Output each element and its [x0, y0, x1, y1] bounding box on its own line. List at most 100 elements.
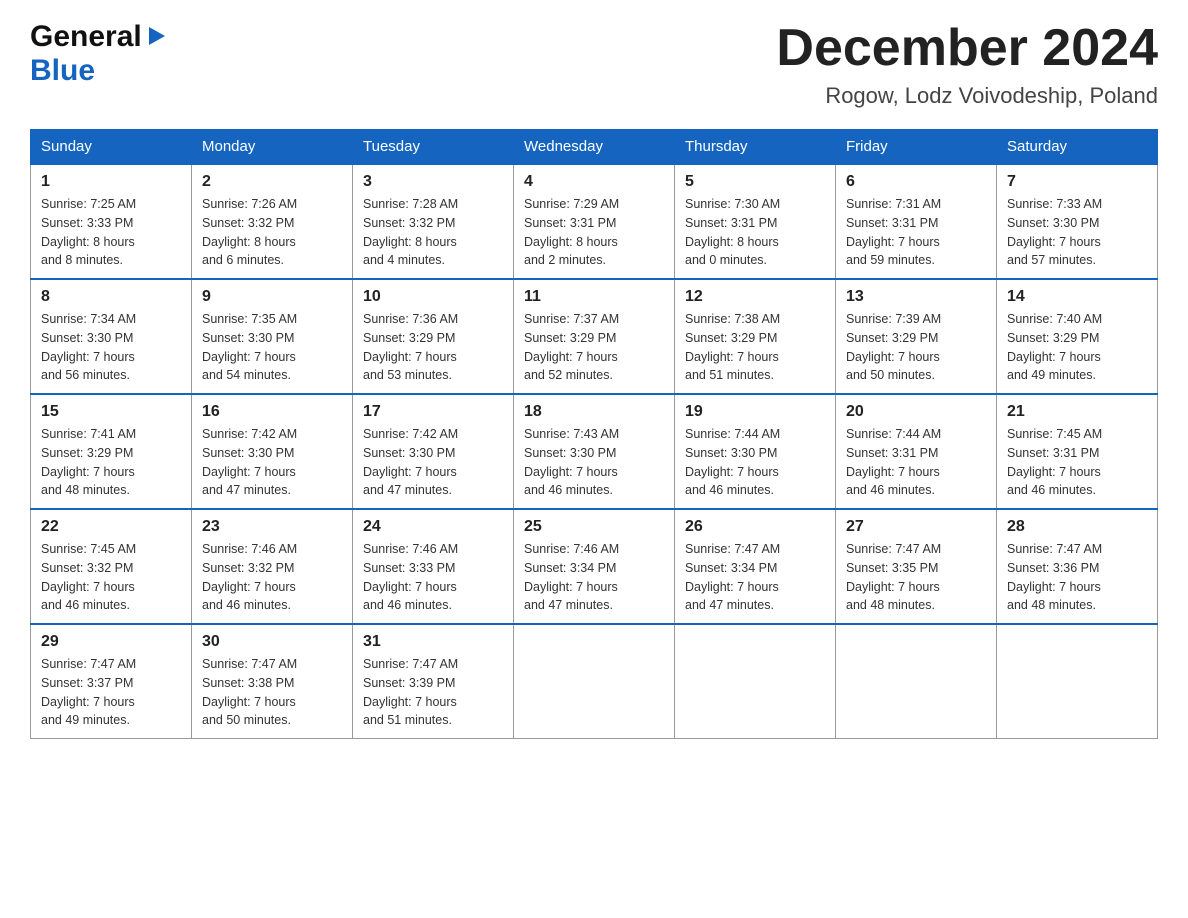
day-info: Sunrise: 7:46 AMSunset: 3:32 PMDaylight:… — [202, 540, 342, 615]
day-info: Sunrise: 7:46 AMSunset: 3:34 PMDaylight:… — [524, 540, 664, 615]
logo-blue-text: Blue — [30, 54, 95, 87]
day-info: Sunrise: 7:29 AMSunset: 3:31 PMDaylight:… — [524, 195, 664, 270]
calendar-day-cell: 6 Sunrise: 7:31 AMSunset: 3:31 PMDayligh… — [836, 164, 997, 279]
day-number: 13 — [846, 288, 986, 306]
calendar-day-cell: 27 Sunrise: 7:47 AMSunset: 3:35 PMDaylig… — [836, 509, 997, 624]
calendar-header-row: Sunday Monday Tuesday Wednesday Thursday… — [31, 130, 1158, 165]
calendar-day-cell: 26 Sunrise: 7:47 AMSunset: 3:34 PMDaylig… — [675, 509, 836, 624]
day-info: Sunrise: 7:34 AMSunset: 3:30 PMDaylight:… — [41, 310, 181, 385]
day-number: 25 — [524, 518, 664, 536]
day-info: Sunrise: 7:28 AMSunset: 3:32 PMDaylight:… — [363, 195, 503, 270]
day-info: Sunrise: 7:36 AMSunset: 3:29 PMDaylight:… — [363, 310, 503, 385]
day-number: 3 — [363, 173, 503, 191]
day-info: Sunrise: 7:30 AMSunset: 3:31 PMDaylight:… — [685, 195, 825, 270]
day-info: Sunrise: 7:45 AMSunset: 3:32 PMDaylight:… — [41, 540, 181, 615]
calendar-day-cell: 2 Sunrise: 7:26 AMSunset: 3:32 PMDayligh… — [192, 164, 353, 279]
day-number: 17 — [363, 403, 503, 421]
day-info: Sunrise: 7:42 AMSunset: 3:30 PMDaylight:… — [363, 425, 503, 500]
day-number: 29 — [41, 633, 181, 651]
day-info: Sunrise: 7:25 AMSunset: 3:33 PMDaylight:… — [41, 195, 181, 270]
day-number: 11 — [524, 288, 664, 306]
day-info: Sunrise: 7:47 AMSunset: 3:38 PMDaylight:… — [202, 655, 342, 730]
calendar-day-cell: 9 Sunrise: 7:35 AMSunset: 3:30 PMDayligh… — [192, 279, 353, 394]
calendar-day-cell — [675, 624, 836, 739]
calendar-day-cell: 1 Sunrise: 7:25 AMSunset: 3:33 PMDayligh… — [31, 164, 192, 279]
calendar-day-cell: 17 Sunrise: 7:42 AMSunset: 3:30 PMDaylig… — [353, 394, 514, 509]
day-info: Sunrise: 7:33 AMSunset: 3:30 PMDaylight:… — [1007, 195, 1147, 270]
day-number: 15 — [41, 403, 181, 421]
day-number: 19 — [685, 403, 825, 421]
day-info: Sunrise: 7:42 AMSunset: 3:30 PMDaylight:… — [202, 425, 342, 500]
day-number: 16 — [202, 403, 342, 421]
day-info: Sunrise: 7:40 AMSunset: 3:29 PMDaylight:… — [1007, 310, 1147, 385]
day-info: Sunrise: 7:43 AMSunset: 3:30 PMDaylight:… — [524, 425, 664, 500]
title-section: December 2024 Rogow, Lodz Voivodeship, P… — [776, 20, 1158, 109]
calendar-day-cell: 12 Sunrise: 7:38 AMSunset: 3:29 PMDaylig… — [675, 279, 836, 394]
calendar-table: Sunday Monday Tuesday Wednesday Thursday… — [30, 129, 1158, 739]
page-header: General Blue December 2024 Rogow, Lodz V… — [30, 20, 1158, 109]
day-info: Sunrise: 7:31 AMSunset: 3:31 PMDaylight:… — [846, 195, 986, 270]
day-number: 21 — [1007, 403, 1147, 421]
day-number: 10 — [363, 288, 503, 306]
logo-general-text: General — [30, 20, 142, 54]
calendar-day-cell: 19 Sunrise: 7:44 AMSunset: 3:30 PMDaylig… — [675, 394, 836, 509]
day-number: 4 — [524, 173, 664, 191]
logo-flag-icon — [145, 25, 167, 47]
day-number: 22 — [41, 518, 181, 536]
calendar-day-cell: 3 Sunrise: 7:28 AMSunset: 3:32 PMDayligh… — [353, 164, 514, 279]
calendar-week-row: 1 Sunrise: 7:25 AMSunset: 3:33 PMDayligh… — [31, 164, 1158, 279]
calendar-day-cell: 20 Sunrise: 7:44 AMSunset: 3:31 PMDaylig… — [836, 394, 997, 509]
calendar-day-cell: 5 Sunrise: 7:30 AMSunset: 3:31 PMDayligh… — [675, 164, 836, 279]
logo: General Blue — [30, 20, 167, 88]
calendar-title: December 2024 — [776, 20, 1158, 77]
day-info: Sunrise: 7:41 AMSunset: 3:29 PMDaylight:… — [41, 425, 181, 500]
day-number: 18 — [524, 403, 664, 421]
day-info: Sunrise: 7:38 AMSunset: 3:29 PMDaylight:… — [685, 310, 825, 385]
calendar-day-cell: 14 Sunrise: 7:40 AMSunset: 3:29 PMDaylig… — [997, 279, 1158, 394]
calendar-day-cell: 16 Sunrise: 7:42 AMSunset: 3:30 PMDaylig… — [192, 394, 353, 509]
day-info: Sunrise: 7:47 AMSunset: 3:35 PMDaylight:… — [846, 540, 986, 615]
day-number: 12 — [685, 288, 825, 306]
calendar-day-cell: 23 Sunrise: 7:46 AMSunset: 3:32 PMDaylig… — [192, 509, 353, 624]
col-tuesday: Tuesday — [353, 130, 514, 165]
day-number: 6 — [846, 173, 986, 191]
day-info: Sunrise: 7:39 AMSunset: 3:29 PMDaylight:… — [846, 310, 986, 385]
day-info: Sunrise: 7:47 AMSunset: 3:36 PMDaylight:… — [1007, 540, 1147, 615]
calendar-day-cell: 29 Sunrise: 7:47 AMSunset: 3:37 PMDaylig… — [31, 624, 192, 739]
calendar-day-cell: 8 Sunrise: 7:34 AMSunset: 3:30 PMDayligh… — [31, 279, 192, 394]
calendar-day-cell: 10 Sunrise: 7:36 AMSunset: 3:29 PMDaylig… — [353, 279, 514, 394]
calendar-day-cell — [836, 624, 997, 739]
day-number: 1 — [41, 173, 181, 191]
col-wednesday: Wednesday — [514, 130, 675, 165]
calendar-day-cell — [997, 624, 1158, 739]
calendar-day-cell: 22 Sunrise: 7:45 AMSunset: 3:32 PMDaylig… — [31, 509, 192, 624]
day-info: Sunrise: 7:46 AMSunset: 3:33 PMDaylight:… — [363, 540, 503, 615]
day-number: 24 — [363, 518, 503, 536]
calendar-week-row: 8 Sunrise: 7:34 AMSunset: 3:30 PMDayligh… — [31, 279, 1158, 394]
col-sunday: Sunday — [31, 130, 192, 165]
day-info: Sunrise: 7:47 AMSunset: 3:34 PMDaylight:… — [685, 540, 825, 615]
calendar-day-cell: 21 Sunrise: 7:45 AMSunset: 3:31 PMDaylig… — [997, 394, 1158, 509]
day-info: Sunrise: 7:47 AMSunset: 3:39 PMDaylight:… — [363, 655, 503, 730]
day-info: Sunrise: 7:44 AMSunset: 3:31 PMDaylight:… — [846, 425, 986, 500]
day-info: Sunrise: 7:35 AMSunset: 3:30 PMDaylight:… — [202, 310, 342, 385]
calendar-day-cell: 18 Sunrise: 7:43 AMSunset: 3:30 PMDaylig… — [514, 394, 675, 509]
day-number: 23 — [202, 518, 342, 536]
day-number: 27 — [846, 518, 986, 536]
calendar-day-cell: 7 Sunrise: 7:33 AMSunset: 3:30 PMDayligh… — [997, 164, 1158, 279]
day-info: Sunrise: 7:44 AMSunset: 3:30 PMDaylight:… — [685, 425, 825, 500]
day-info: Sunrise: 7:26 AMSunset: 3:32 PMDaylight:… — [202, 195, 342, 270]
day-info: Sunrise: 7:47 AMSunset: 3:37 PMDaylight:… — [41, 655, 181, 730]
day-number: 5 — [685, 173, 825, 191]
calendar-day-cell: 4 Sunrise: 7:29 AMSunset: 3:31 PMDayligh… — [514, 164, 675, 279]
day-info: Sunrise: 7:37 AMSunset: 3:29 PMDaylight:… — [524, 310, 664, 385]
calendar-day-cell: 13 Sunrise: 7:39 AMSunset: 3:29 PMDaylig… — [836, 279, 997, 394]
day-number: 28 — [1007, 518, 1147, 536]
calendar-week-row: 15 Sunrise: 7:41 AMSunset: 3:29 PMDaylig… — [31, 394, 1158, 509]
day-number: 31 — [363, 633, 503, 651]
calendar-day-cell: 15 Sunrise: 7:41 AMSunset: 3:29 PMDaylig… — [31, 394, 192, 509]
calendar-day-cell: 24 Sunrise: 7:46 AMSunset: 3:33 PMDaylig… — [353, 509, 514, 624]
calendar-day-cell: 28 Sunrise: 7:47 AMSunset: 3:36 PMDaylig… — [997, 509, 1158, 624]
day-number: 30 — [202, 633, 342, 651]
day-number: 20 — [846, 403, 986, 421]
